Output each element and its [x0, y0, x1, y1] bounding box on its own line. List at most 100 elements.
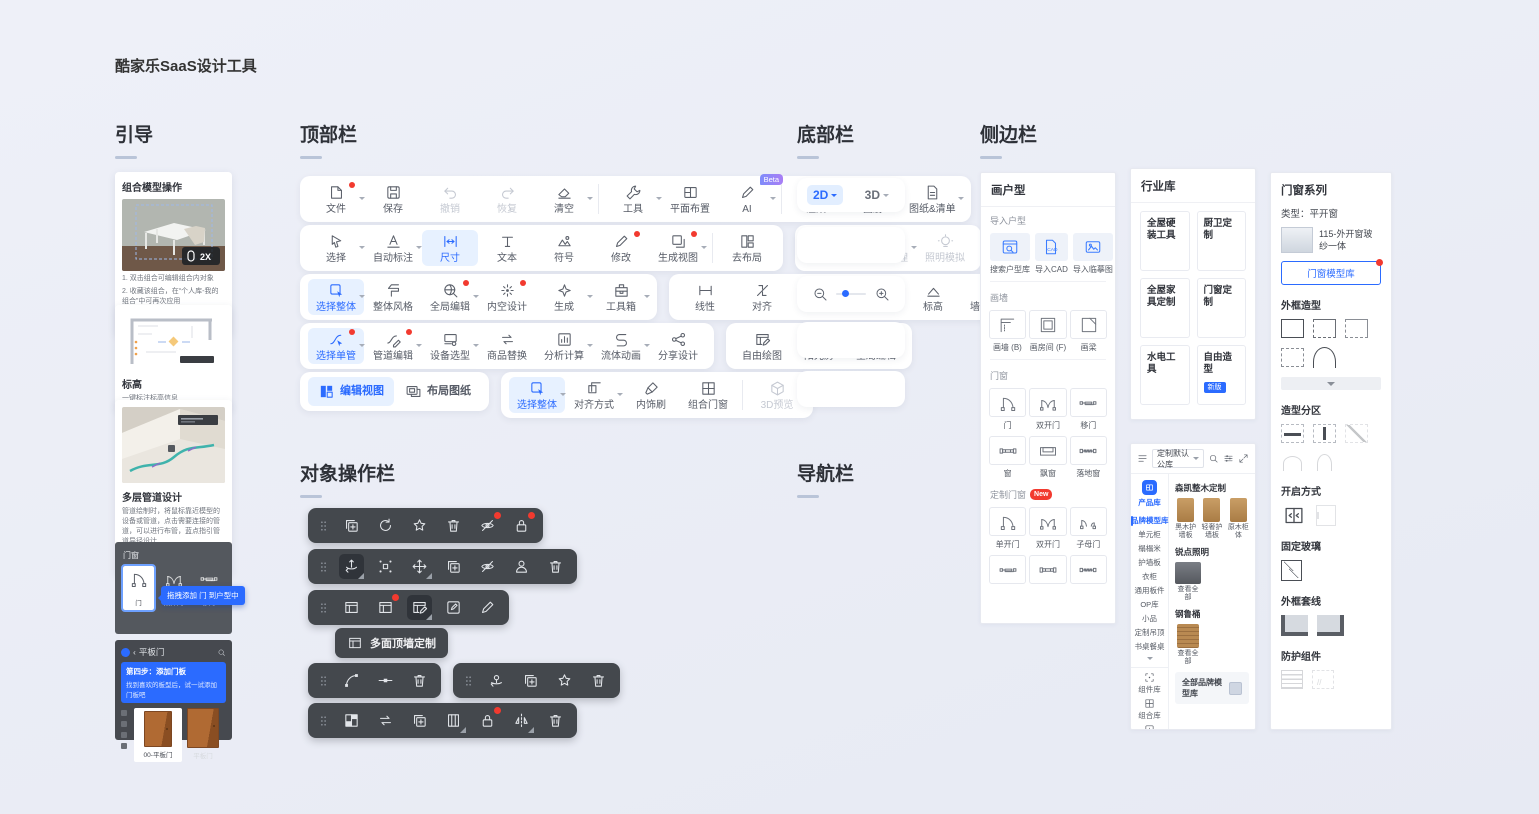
rail-library-item[interactable]: 组件库	[1138, 672, 1161, 695]
tool-item[interactable]: 导入临摹图	[1073, 233, 1113, 275]
industry-card[interactable]: 全屋家具定制	[1140, 278, 1190, 338]
catalog-item[interactable]: 轻奢护墙板	[1201, 498, 1222, 540]
object-action-button[interactable]	[552, 668, 577, 693]
toolbar-item[interactable]: 对齐方式	[566, 377, 622, 413]
trim-option-right[interactable]	[1317, 615, 1344, 636]
guard-grille-option[interactable]	[1312, 670, 1334, 689]
all-brands-button[interactable]: 全部品牌模型库	[1175, 672, 1249, 704]
view-mode-button[interactable]: 2D	[807, 185, 843, 205]
zone-shape-option[interactable]	[1281, 452, 1304, 471]
object-action-button[interactable]	[441, 554, 466, 579]
object-action-button[interactable]	[518, 668, 543, 693]
casement-open-option[interactable]	[1281, 505, 1307, 526]
frame-shape-option[interactable]	[1281, 348, 1304, 367]
open-mode-option[interactable]	[1316, 505, 1336, 526]
nav-bar-icon[interactable]	[808, 698, 838, 728]
toolbar-item[interactable]: 线性	[677, 279, 733, 315]
nav-bar-icon[interactable]	[808, 606, 838, 636]
bottom-bar-button[interactable]	[812, 237, 828, 253]
object-action-button[interactable]	[441, 513, 466, 538]
toolbar-item[interactable]: 选择整体	[509, 377, 565, 413]
door-panel-card[interactable]: 平板门	[187, 708, 219, 760]
nav-bar-icon[interactable]	[808, 560, 838, 590]
industry-card[interactable]: 门窗定制	[1197, 278, 1247, 338]
zone-shape-option[interactable]	[1313, 424, 1336, 443]
object-action-button[interactable]	[373, 708, 398, 733]
search-icon[interactable]	[217, 648, 226, 657]
door-panel-card-selected[interactable]: 00-平板门	[134, 708, 182, 762]
bottom-bar-button[interactable]	[843, 381, 859, 397]
library-select[interactable]: 定制默认公库	[1152, 449, 1204, 468]
tool-item[interactable]: 画梁	[1071, 310, 1106, 353]
zoom-slider[interactable]	[836, 293, 866, 295]
toolbar-item[interactable]: 文本	[479, 230, 535, 266]
toolbar-item[interactable]: 选择	[308, 230, 364, 266]
rail-menu-item[interactable]: 榻榻米	[1131, 542, 1168, 556]
door-tile[interactable]: 门	[123, 566, 154, 610]
bottom-bar-button[interactable]	[843, 237, 859, 253]
toolbar-item[interactable]: 商品替换	[479, 328, 535, 364]
rail-library-item[interactable]: 材质库	[1138, 724, 1161, 730]
tool-item[interactable]: 移门	[1071, 388, 1106, 431]
object-action-button[interactable]	[543, 708, 568, 733]
toolbar-item[interactable]: 对齐	[734, 279, 790, 315]
rail-library-item[interactable]: 组合库	[1138, 698, 1161, 721]
drag-handle-icon[interactable]	[317, 559, 330, 575]
bottom-bar-button[interactable]	[874, 381, 890, 397]
filter-icon[interactable]	[1223, 453, 1234, 464]
toolbar-item[interactable]: 内饰刷	[623, 377, 679, 413]
catalog-item[interactable]: 原木柜体	[1228, 498, 1249, 540]
catalog-item[interactable]: 查看全部	[1175, 624, 1201, 666]
toolbar-item[interactable]: 编辑视图	[308, 377, 394, 406]
tool-item[interactable]	[990, 555, 1025, 587]
view-mode-button[interactable]: 3D	[859, 185, 895, 205]
tool-item[interactable]: 导入CAD	[1035, 233, 1068, 275]
search-icon[interactable]	[1208, 453, 1219, 464]
object-action-button[interactable]	[475, 554, 500, 579]
catalog-item[interactable]: 查看全部	[1175, 562, 1201, 602]
menu-icon[interactable]	[1137, 453, 1148, 464]
object-action-button[interactable]	[586, 668, 611, 693]
toolbar-item[interactable]	[781, 184, 782, 214]
toolbar-item[interactable]: Beta AI	[719, 181, 775, 217]
tool-item[interactable]: 门	[990, 388, 1025, 431]
guard-louver-option[interactable]	[1281, 670, 1303, 689]
window-library-button[interactable]: 门窗模型库	[1281, 261, 1381, 285]
rail-menu-item[interactable]: 单元柜	[1131, 528, 1168, 542]
tool-item[interactable]	[1030, 555, 1065, 587]
tool-item[interactable]: 窗	[990, 436, 1025, 479]
nav-bar-icon[interactable]	[808, 514, 838, 544]
drag-handle-icon[interactable]	[462, 673, 475, 689]
object-action-button[interactable]	[339, 708, 364, 733]
toolbar-item[interactable]: 符号	[536, 230, 592, 266]
object-action-button[interactable]	[339, 513, 364, 538]
object-action-button[interactable]	[407, 595, 432, 620]
nav-bar-icon[interactable]	[858, 606, 888, 636]
toolbar-item[interactable]: 照明模拟	[917, 230, 973, 266]
frame-shape-option[interactable]	[1345, 319, 1368, 338]
industry-card[interactable]: 水电工具	[1140, 345, 1190, 405]
toolbar-item[interactable]: 恢复	[479, 181, 535, 217]
bottom-bar-button[interactable]	[877, 332, 893, 348]
tool-item[interactable]: 落地窗	[1071, 436, 1106, 479]
expand-shapes-bar[interactable]	[1281, 377, 1381, 390]
toolbar-item[interactable]: 自由绘图	[734, 328, 790, 364]
toolbar-item[interactable]: 分析计算	[536, 328, 592, 364]
toolbar-item[interactable]: 工具	[605, 181, 661, 217]
object-action-button[interactable]	[407, 668, 432, 693]
rail-menu-item[interactable]: 定制吊顶	[1131, 626, 1168, 640]
toolbar-item[interactable]: 流体动画	[593, 328, 649, 364]
object-action-button[interactable]	[407, 708, 432, 733]
rail-menu-item[interactable]: OP库	[1131, 598, 1168, 612]
trim-option-left[interactable]	[1281, 615, 1308, 636]
object-action-button[interactable]	[373, 554, 398, 579]
object-action-button[interactable]	[407, 513, 432, 538]
zoom-out-icon[interactable]	[812, 286, 828, 302]
nav-bar-icon[interactable]	[858, 652, 888, 682]
object-action-button[interactable]	[441, 708, 466, 733]
object-action-button[interactable]	[373, 595, 398, 620]
rail-menu-item[interactable]: 小品	[1131, 612, 1168, 626]
drag-handle-icon[interactable]	[317, 600, 330, 616]
toolbar-item[interactable]: 内空设计	[479, 279, 535, 315]
bottom-bar-button[interactable]	[812, 381, 828, 397]
